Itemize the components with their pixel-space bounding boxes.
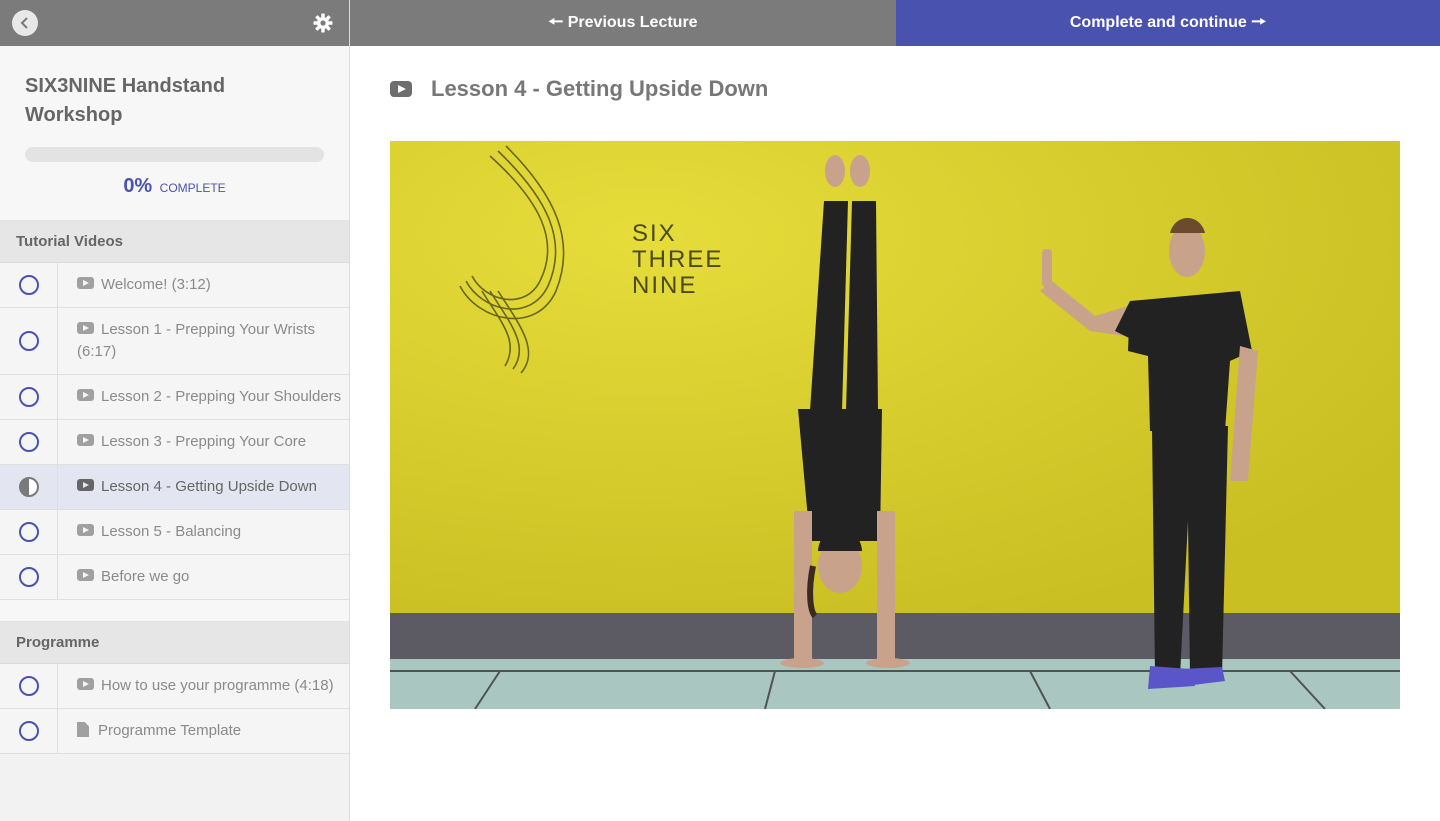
previous-lecture-button[interactable]: 🠔 Previous Lecture [350, 0, 896, 46]
completion-toggle[interactable] [0, 664, 58, 708]
section-header-programme: Programme [0, 622, 349, 664]
lecture-item-lesson-3[interactable]: Lesson 3 - Prepping Your Core [0, 420, 349, 465]
previous-lecture-label: Previous Lecture [567, 14, 698, 31]
in-progress-circle-icon [18, 477, 39, 497]
completion-toggle[interactable] [0, 555, 58, 599]
incomplete-circle-icon [18, 676, 39, 696]
lecture-item-body: Lesson 4 - Getting Upside Down [58, 465, 317, 509]
play-icon [77, 322, 94, 334]
lecture-item-body: Lesson 2 - Prepping Your Shoulders [58, 375, 341, 419]
course-player: SIX3NINE Handstand Workshop 0% COMPLETE … [0, 0, 1440, 821]
incomplete-circle-icon [18, 387, 39, 407]
play-icon [77, 479, 94, 491]
play-icon [77, 569, 94, 581]
play-icon [77, 277, 94, 289]
progress-readout: 0% COMPLETE [25, 175, 324, 198]
video-play-icon [390, 81, 412, 97]
completion-toggle[interactable] [0, 420, 58, 464]
incomplete-circle-icon [18, 721, 39, 741]
completion-toggle[interactable] [0, 308, 58, 374]
course-progress-bar [25, 147, 324, 162]
back-button[interactable] [12, 10, 38, 36]
play-icon [77, 434, 94, 446]
lecture-item-lesson-1[interactable]: Lesson 1 - Prepping Your Wrists (6:17) [0, 308, 349, 375]
completion-toggle[interactable] [0, 465, 58, 509]
course-header: SIX3NINE Handstand Workshop 0% COMPLETE [0, 46, 349, 221]
complete-and-continue-button[interactable]: Complete and continue 🠖 [896, 0, 1440, 46]
incomplete-circle-icon [18, 522, 39, 542]
play-icon [77, 678, 94, 690]
progress-percent: 0% [123, 175, 153, 197]
lecture-item-label: Programme Template [98, 722, 242, 739]
video-frame: SIX THREE NINE [390, 141, 1400, 709]
incomplete-circle-icon [18, 432, 39, 452]
lecture-item-label: Lesson 4 - Getting Upside Down [101, 478, 317, 495]
lecture-item-label: Before we go [101, 568, 190, 585]
lecture-item-lesson-4[interactable]: Lesson 4 - Getting Upside Down [0, 465, 349, 510]
completion-toggle[interactable] [0, 510, 58, 554]
course-title: SIX3NINE Handstand Workshop [25, 75, 226, 126]
incomplete-circle-icon [18, 567, 39, 587]
gear-icon [313, 13, 333, 33]
lecture-item-body: Lesson 3 - Prepping Your Core [58, 420, 306, 464]
course-sidebar: SIX3NINE Handstand Workshop 0% COMPLETE … [0, 0, 350, 821]
lecture-item-body: Lesson 1 - Prepping Your Wrists (6:17) [58, 308, 349, 374]
lecture-item-lesson-5[interactable]: Lesson 5 - Balancing [0, 510, 349, 555]
section-spacer [0, 600, 349, 622]
arrow-right-icon: 🠖 [1251, 11, 1267, 31]
complete-and-continue-label: Complete and continue [1069, 14, 1247, 31]
play-icon [77, 389, 94, 401]
lecture-item-before-we-go[interactable]: Before we go [0, 555, 349, 600]
lecture-item-welcome[interactable]: Welcome! (3:12) [0, 263, 349, 308]
lecture-item-label: Lesson 1 - Prepping Your Wrists (6:17) [77, 321, 316, 360]
lecture-title: Lesson 4 - Getting Upside Down [431, 76, 769, 101]
wall-text-six: SIX [632, 220, 677, 247]
play-icon [77, 524, 94, 536]
lecture-item-body: Lesson 5 - Balancing [58, 510, 241, 554]
incomplete-circle-icon [18, 275, 39, 295]
incomplete-circle-icon [18, 331, 39, 351]
completion-toggle[interactable] [0, 709, 58, 753]
lecture-item-how-to-use[interactable]: How to use your programme (4:18) [0, 664, 349, 709]
completion-toggle[interactable] [0, 375, 58, 419]
lecture-item-body: How to use your programme (4:18) [58, 664, 334, 708]
chevron-left-icon [20, 17, 28, 29]
lecture-item-programme-template[interactable]: Programme Template [0, 709, 349, 754]
wall-text-nine: NINE [632, 272, 697, 299]
lecture-item-label: Lesson 2 - Prepping Your Shoulders [101, 388, 342, 405]
video-player[interactable]: SIX THREE NINE [390, 141, 1400, 709]
lecture-item-label: Lesson 5 - Balancing [101, 523, 242, 540]
section-header-tutorial-videos: Tutorial Videos [0, 221, 349, 263]
lecture-item-label: Lesson 3 - Prepping Your Core [101, 433, 307, 450]
lecture-item-label: How to use your programme (4:18) [101, 677, 334, 694]
sidebar-top-bar [0, 0, 349, 46]
lecture-item-label: Welcome! (3:12) [101, 276, 211, 293]
wall-text-three: THREE [632, 246, 723, 273]
lecture-item-body: Before we go [58, 555, 189, 599]
arrow-left-icon: 🠔 [548, 11, 564, 31]
lecture-heading: Lesson 4 - Getting Upside Down [390, 76, 768, 102]
settings-button[interactable] [313, 13, 333, 33]
lecture-item-body: Programme Template [58, 709, 241, 753]
lecture-item-body: Welcome! (3:12) [58, 263, 211, 307]
progress-label: COMPLETE [159, 181, 226, 195]
lecture-item-lesson-2[interactable]: Lesson 2 - Prepping Your Shoulders [0, 375, 349, 420]
completion-toggle[interactable] [0, 263, 58, 307]
document-icon [77, 722, 89, 737]
